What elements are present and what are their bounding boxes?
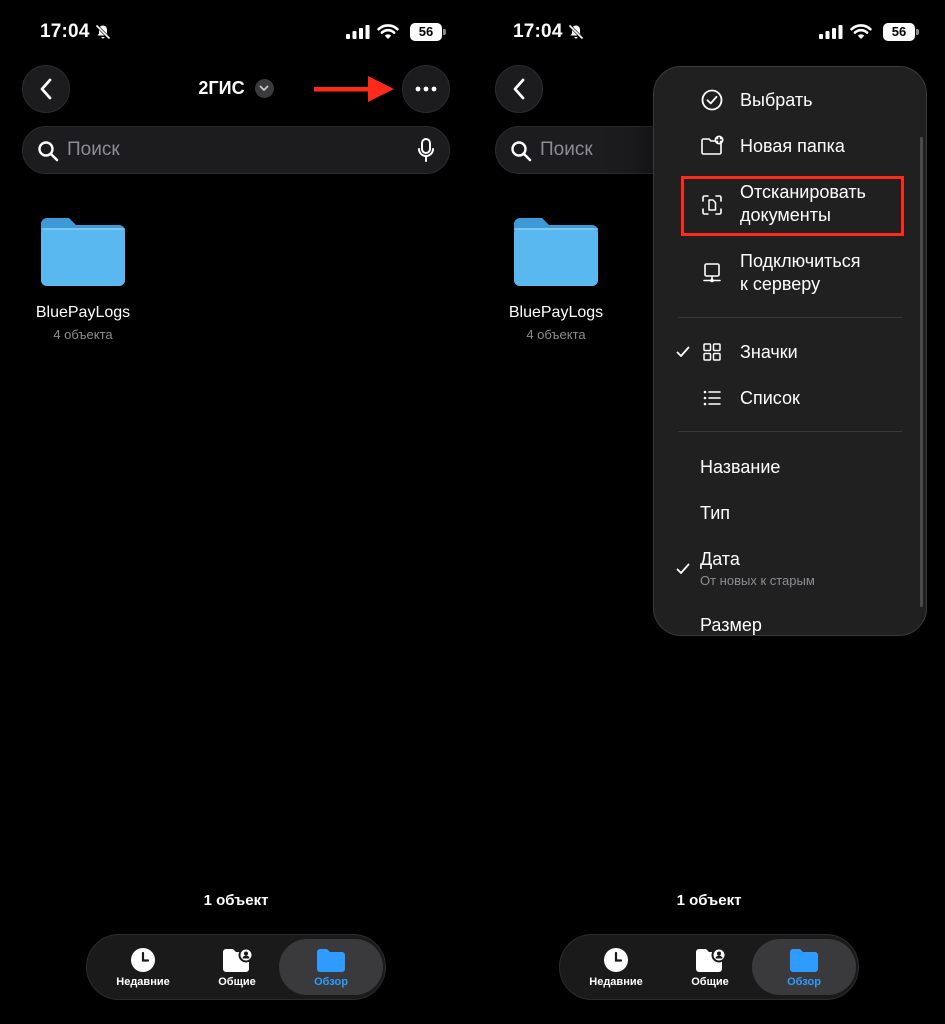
folder-icon [790,949,818,972]
status-time: 17:04 [513,21,563,42]
shared-folder-icon [696,947,725,972]
folder-icon [317,949,345,972]
microphone-icon[interactable] [417,138,435,163]
tab-label: Недавние [589,976,643,988]
folder-icon [41,218,125,286]
folder-item[interactable]: BluePayLogs 4 объекта [22,214,144,342]
search-input[interactable] [67,127,397,173]
files-screen-left: 17:04 56 2ГИС Поиск BluePayLogs 4 объект… [0,0,472,1024]
ellipsis-icon [415,86,437,92]
menu-item-label: Тип [700,503,731,523]
files-screen-right: 17:04 56 Поиск BluePayLogs 4 объекта 1 о… [473,0,945,1024]
menu-item-new-folder[interactable]: Новая папка [654,133,926,159]
menu-item-label: Размер [700,615,762,635]
checkmark-icon [676,346,690,357]
more-options-button[interactable] [402,65,450,113]
tab-recent[interactable]: Недавние [564,939,668,995]
tab-label: Общие [218,976,256,988]
wifi-icon [377,24,399,39]
menu-item-label: Значки [740,342,798,362]
tab-bar: Недавние Общие Обзор [559,934,859,1000]
menu-scrollbar[interactable] [920,137,923,607]
folder-item-count: 4 объекта [53,327,113,342]
menu-item-label: Новая папка [740,136,845,156]
menu-item-label: Дата [700,549,740,569]
clock-icon [131,948,155,972]
folder-item[interactable]: BluePayLogs 4 объекта [495,214,617,342]
folder-name: BluePayLogs [35,304,131,321]
new-folder-icon [701,135,724,155]
bell-muted-icon [568,24,584,40]
menu-item-label: Список [740,388,800,408]
items-count-label: 1 объект [203,892,269,909]
cellular-signal-icon [819,25,843,39]
folder-item-count: 4 объекта [526,327,586,342]
battery-indicator: 56 [883,23,919,41]
more-options-menu: Выбрать Новая папка Отсканировать докуме… [653,66,927,636]
tab-shared[interactable]: Общие [185,939,289,995]
status-bar: 17:04 56 [473,18,945,46]
menu-item-sublabel: От новых к старым [700,573,815,588]
tab-browse[interactable]: Обзор [279,939,383,995]
tab-label: Обзор [787,976,821,988]
checkmark-icon [676,563,690,574]
menu-item-sort-date[interactable]: Дата От новых к старым [654,547,926,591]
chevron-left-icon [513,78,525,100]
folder-icon [514,218,598,286]
menu-item-label-line2: к серверу [740,274,821,294]
folder-name: BluePayLogs [508,304,604,321]
server-icon [703,263,721,283]
chevron-down-icon [254,79,274,98]
tab-label: Обзор [314,976,348,988]
search-bar[interactable] [22,126,450,174]
menu-item-view-icons[interactable]: Значки [654,339,926,365]
status-bar: 17:04 56 [0,18,472,46]
items-count-label: 1 объект [676,892,742,909]
menu-item-select[interactable]: Выбрать [654,87,926,113]
menu-item-label: Выбрать [740,90,813,110]
search-icon [511,141,532,162]
battery-indicator: 56 [410,23,446,41]
back-button[interactable] [495,65,543,113]
tab-label: Недавние [116,976,170,988]
tab-recent[interactable]: Недавние [91,939,195,995]
menu-divider [678,431,902,432]
tab-browse[interactable]: Обзор [752,939,856,995]
checkmark-circle-icon [701,89,723,111]
page-title: 2ГИС [198,78,245,98]
tab-label: Общие [691,976,729,988]
list-icon [703,390,721,406]
menu-item-label: Название [700,457,781,477]
cellular-signal-icon [346,25,370,39]
tab-shared[interactable]: Общие [658,939,762,995]
menu-item-sort-name[interactable]: Название [654,455,926,481]
highlight-annotation-box [681,176,904,236]
menu-item-connect-server[interactable]: Подключиться к серверу [654,248,926,300]
clock-icon [604,948,628,972]
status-time: 17:04 [40,21,90,42]
tab-bar: Недавние Общие Обзор [86,934,386,1000]
menu-divider [678,317,902,318]
menu-item-view-list[interactable]: Список [654,385,926,411]
menu-item-sort-type[interactable]: Тип [654,501,926,527]
wifi-icon [850,24,872,39]
search-icon [38,141,59,162]
shared-folder-icon [223,947,252,972]
menu-item-label-line1: Подключиться [740,251,861,271]
menu-item-sort-size[interactable]: Размер [654,613,926,635]
grid-icon [703,343,721,361]
bell-muted-icon [95,24,111,40]
red-arrow-annotation-icon [314,76,394,102]
